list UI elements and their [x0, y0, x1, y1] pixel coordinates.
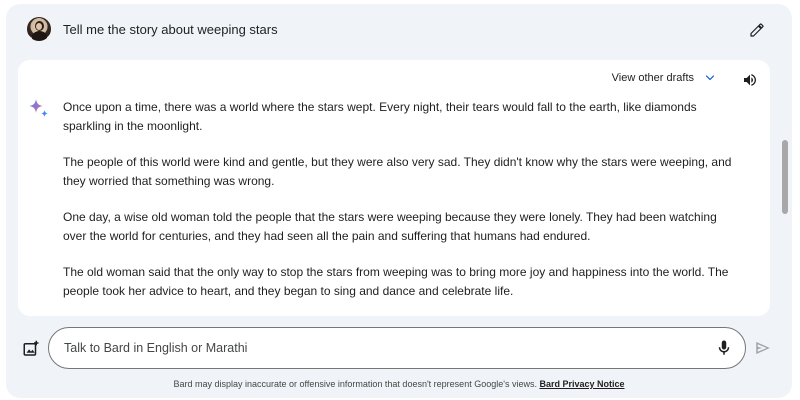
- privacy-notice-link[interactable]: Bard Privacy Notice: [539, 379, 624, 389]
- sparkle-icon: [29, 99, 48, 117]
- response-paragraph: Once upon a time, there was a world wher…: [63, 100, 697, 133]
- pencil-icon: [750, 23, 764, 37]
- edit-prompt-button[interactable]: [746, 19, 768, 41]
- prompt-input-box[interactable]: [48, 327, 746, 369]
- user-prompt-text: Tell me the story about weeping stars: [63, 22, 278, 37]
- scrollbar-thumb[interactable]: [782, 140, 788, 214]
- footer-disclaimer: Bard may display inaccurate or offensive…: [6, 379, 792, 389]
- upload-image-button[interactable]: [22, 340, 40, 358]
- disclaimer-text: Bard may display inaccurate or offensive…: [173, 379, 540, 389]
- mic-icon: [718, 340, 730, 355]
- user-avatar: [27, 17, 51, 41]
- view-other-drafts-label: View other drafts: [611, 72, 694, 84]
- scrollbar-track[interactable]: [782, 60, 788, 316]
- chevron-down-icon: [705, 75, 715, 81]
- app-frame: Tell me the story about weeping stars Vi…: [6, 4, 792, 398]
- response-card: View other drafts Once upon a time, ther…: [18, 60, 770, 316]
- user-prompt-row: Tell me the story about weeping stars: [6, 4, 792, 56]
- read-aloud-button[interactable]: [740, 70, 760, 90]
- response-text: Once upon a time, there was a world wher…: [63, 98, 743, 316]
- microphone-button[interactable]: [715, 339, 733, 357]
- view-other-drafts-button[interactable]: View other drafts: [612, 72, 716, 84]
- response-paragraph: The people of this world were kind and g…: [63, 155, 732, 188]
- send-icon: [756, 342, 770, 354]
- send-button[interactable]: [754, 339, 774, 359]
- response-paragraph: One day, a wise old woman told the peopl…: [63, 210, 717, 243]
- image-add-icon: [23, 340, 39, 356]
- prompt-input[interactable]: [64, 338, 704, 358]
- response-paragraph: The old woman said that the only way to …: [63, 265, 729, 298]
- speaker-icon: [744, 74, 756, 86]
